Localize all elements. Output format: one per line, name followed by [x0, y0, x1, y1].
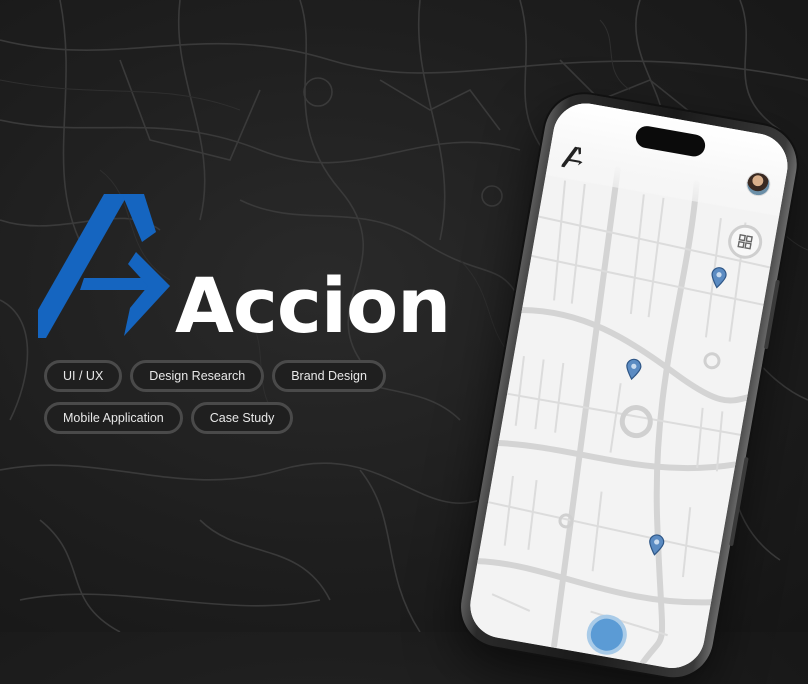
tag-brand-design: Brand Design [272, 360, 386, 392]
accion-logo-icon[interactable] [561, 144, 587, 171]
tag-list: UI / UX Design Research Brand Design Mob… [44, 360, 404, 444]
tag-design-research: Design Research [130, 360, 265, 392]
tag-case-study: Case Study [190, 402, 294, 434]
tag-mobile-application: Mobile Application [44, 402, 183, 434]
brand-title: Accion [175, 261, 451, 350]
user-avatar[interactable] [744, 170, 773, 199]
accion-logo-icon [38, 194, 170, 338]
tag-row: Mobile Application Case Study [44, 402, 404, 434]
tag-row: UI / UX Design Research Brand Design [44, 360, 404, 392]
dynamic-island [634, 124, 707, 159]
map-layers-icon [737, 233, 753, 250]
tag-ui-ux: UI / UX [44, 360, 123, 392]
